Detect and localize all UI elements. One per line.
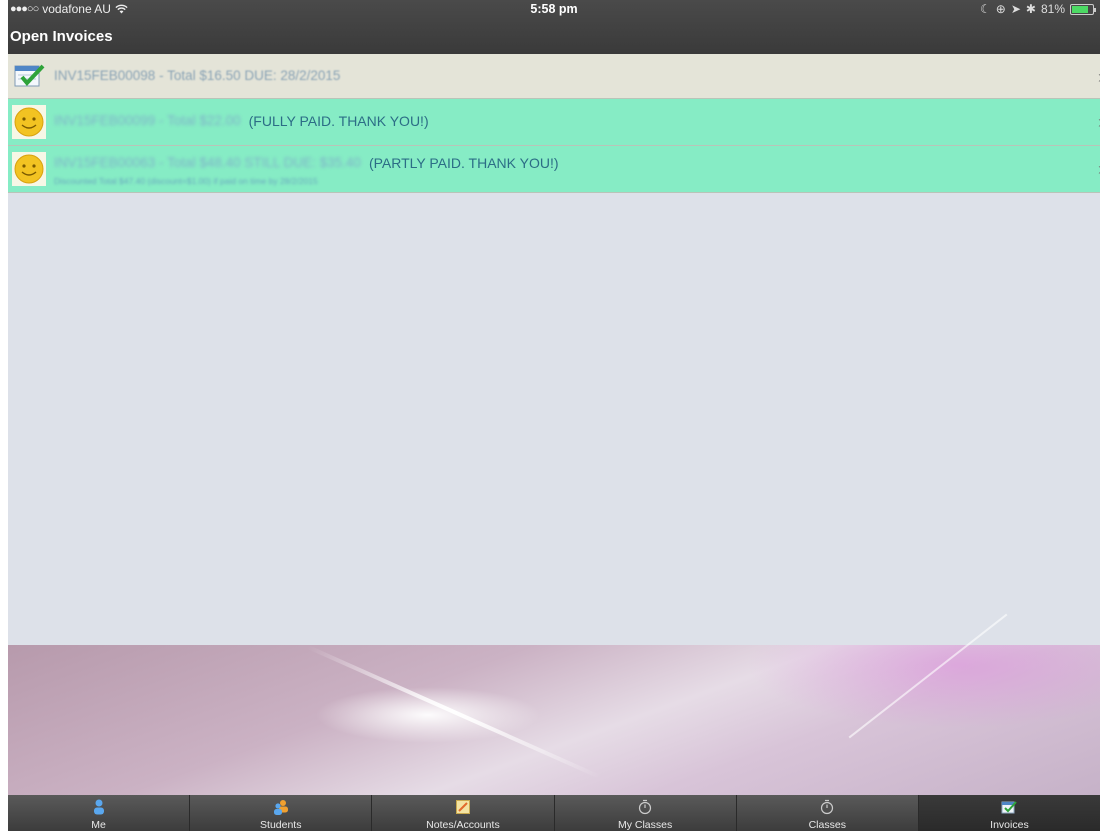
tab-bar: Me Students Notes/Accounts My Classes Cl…	[8, 795, 1100, 831]
tab-classes[interactable]: Classes	[737, 795, 919, 831]
tab-label: My Classes	[617, 819, 673, 831]
tab-label: Classes	[808, 819, 846, 831]
tab-label: Me	[91, 819, 106, 831]
page-title: Open Invoices	[10, 28, 113, 45]
invoice-summary: INV15FEB00063 - Total $48.40 STILL DUE: …	[54, 155, 361, 170]
invoice-row[interactable]: INV15FEB00099 - Total $22.00 (FULLY PAID…	[8, 99, 1100, 146]
battery-icon	[1070, 3, 1096, 15]
notes-icon	[455, 798, 470, 816]
tab-my-classes[interactable]: My Classes	[555, 795, 737, 831]
bluetooth-icon: ✱	[1025, 2, 1036, 16]
tab-label: Invoices	[990, 819, 1029, 831]
tab-notes-accounts[interactable]: Notes/Accounts	[372, 795, 555, 831]
tab-me[interactable]: Me	[8, 795, 191, 831]
discount-note: Discounted Total $47.40 (discount=$1.00)…	[54, 176, 318, 186]
battery-percent: 81%	[1040, 2, 1065, 16]
header: ●●●○○ vodafone AU 5:58 pm ☾ ⊕ ➤ ✱ 81% Op…	[8, 0, 1100, 54]
students-icon	[273, 798, 289, 816]
stopwatch-icon	[638, 798, 652, 816]
invoice-summary: INV15FEB00098 - Total $16.50 DUE: 28/2/2…	[54, 68, 341, 83]
background-banner	[8, 613, 1100, 795]
light-streak	[848, 613, 1008, 739]
stopwatch-icon	[820, 798, 834, 816]
invoice-summary: INV15FEB00099 - Total $22.00	[54, 113, 241, 128]
app-frame: ●●●○○ vodafone AU 5:58 pm ☾ ⊕ ➤ ✱ 81% Op…	[8, 0, 1100, 831]
payment-note: (FULLY PAID. THANK YOU!)	[248, 113, 429, 129]
status-right: ☾ ⊕ ➤ ✱ 81%	[980, 2, 1096, 16]
tab-label: Students	[260, 819, 302, 831]
location-icon: ➤	[1010, 2, 1021, 16]
tab-label: Notes/Accounts	[426, 819, 500, 831]
person-icon	[93, 798, 105, 816]
smiley-icon	[12, 105, 46, 139]
rotation-lock-icon: ⊕	[995, 2, 1006, 16]
tab-students[interactable]: Students	[190, 795, 373, 831]
status-time: 5:58 pm	[530, 2, 578, 16]
smiley-icon	[12, 152, 46, 186]
calendar-check-icon	[12, 59, 46, 93]
invoice-row[interactable]: INV15FEB00063 - Total $48.40 STILL DUE: …	[8, 146, 1100, 193]
light-beam	[307, 645, 602, 779]
moon-icon: ☾	[980, 2, 991, 16]
invoice-icon	[1001, 798, 1018, 816]
payment-note: (PARTLY PAID. THANK YOU!)	[368, 155, 559, 171]
invoice-row[interactable]: INV15FEB00098 - Total $16.50 DUE: 28/2/2…	[8, 54, 1100, 99]
invoice-list: INV15FEB00098 - Total $16.50 DUE: 28/2/2…	[8, 54, 1100, 193]
tab-invoices[interactable]: Invoices	[918, 795, 1100, 831]
